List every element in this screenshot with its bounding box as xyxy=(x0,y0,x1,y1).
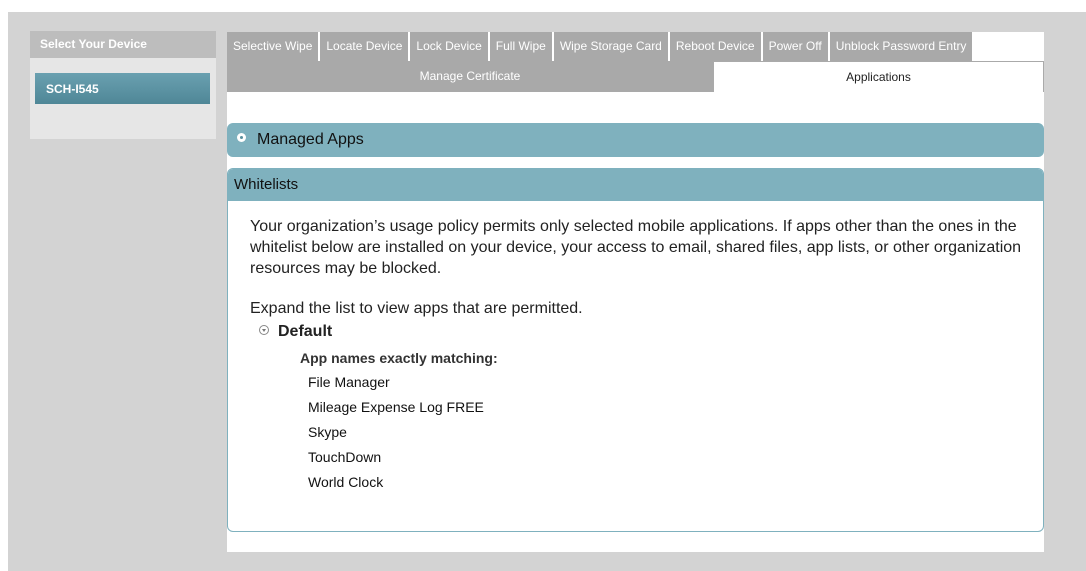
tab-applications[interactable]: Applications xyxy=(713,61,1044,92)
app-list: File Manager Mileage Expense Log FREE Sk… xyxy=(308,370,1035,495)
tab-manage-certificate[interactable]: Manage Certificate xyxy=(227,61,713,92)
tab-wipe-storage-card[interactable]: Wipe Storage Card xyxy=(553,32,668,61)
match-label: App names exactly matching: xyxy=(300,350,498,366)
policy-text: Your organization’s usage policy permits… xyxy=(250,218,1022,277)
section-tabs: Manage Certificate Applications xyxy=(227,61,1044,92)
list-item: TouchDown xyxy=(308,449,382,465)
device-panel: Select Your Device SCH-I545 xyxy=(30,31,216,139)
expand-bullet-icon xyxy=(237,133,246,143)
device-panel-header: Select Your Device xyxy=(30,31,216,58)
whitelists-body: Your organization’s usage policy permits… xyxy=(250,216,1035,495)
whitelists-header: Whitelists xyxy=(228,169,1043,201)
whitelist-group-default[interactable]: Default xyxy=(259,323,1035,341)
action-tabs: Selective Wipe Locate Device Lock Device… xyxy=(227,32,973,61)
tab-power-off[interactable]: Power Off xyxy=(762,32,828,61)
device-item-sch-i545[interactable]: SCH-I545 xyxy=(35,73,210,104)
list-item: World Clock xyxy=(308,474,384,490)
list-item: File Manager xyxy=(308,374,390,390)
managed-apps-header[interactable]: Managed Apps xyxy=(227,123,1044,157)
tab-unblock-password-entry[interactable]: Unblock Password Entry xyxy=(829,32,973,61)
tab-selective-wipe[interactable]: Selective Wipe xyxy=(227,32,319,61)
main-content: Selective Wipe Locate Device Lock Device… xyxy=(227,32,1044,552)
collapse-circle-icon xyxy=(259,325,269,335)
list-item: Mileage Expense Log FREE xyxy=(308,399,484,415)
tab-reboot-device[interactable]: Reboot Device xyxy=(669,32,761,61)
managed-apps-title: Managed Apps xyxy=(257,131,364,148)
tab-locate-device[interactable]: Locate Device xyxy=(320,32,409,61)
list-item: Skype xyxy=(308,424,347,440)
expand-instructions: Expand the list to view apps that are pe… xyxy=(250,300,583,317)
group-name: Default xyxy=(278,323,333,340)
tab-full-wipe[interactable]: Full Wipe xyxy=(489,32,552,61)
whitelists-panel: Whitelists Your organization’s usage pol… xyxy=(227,168,1044,532)
tab-lock-device[interactable]: Lock Device xyxy=(410,32,488,61)
